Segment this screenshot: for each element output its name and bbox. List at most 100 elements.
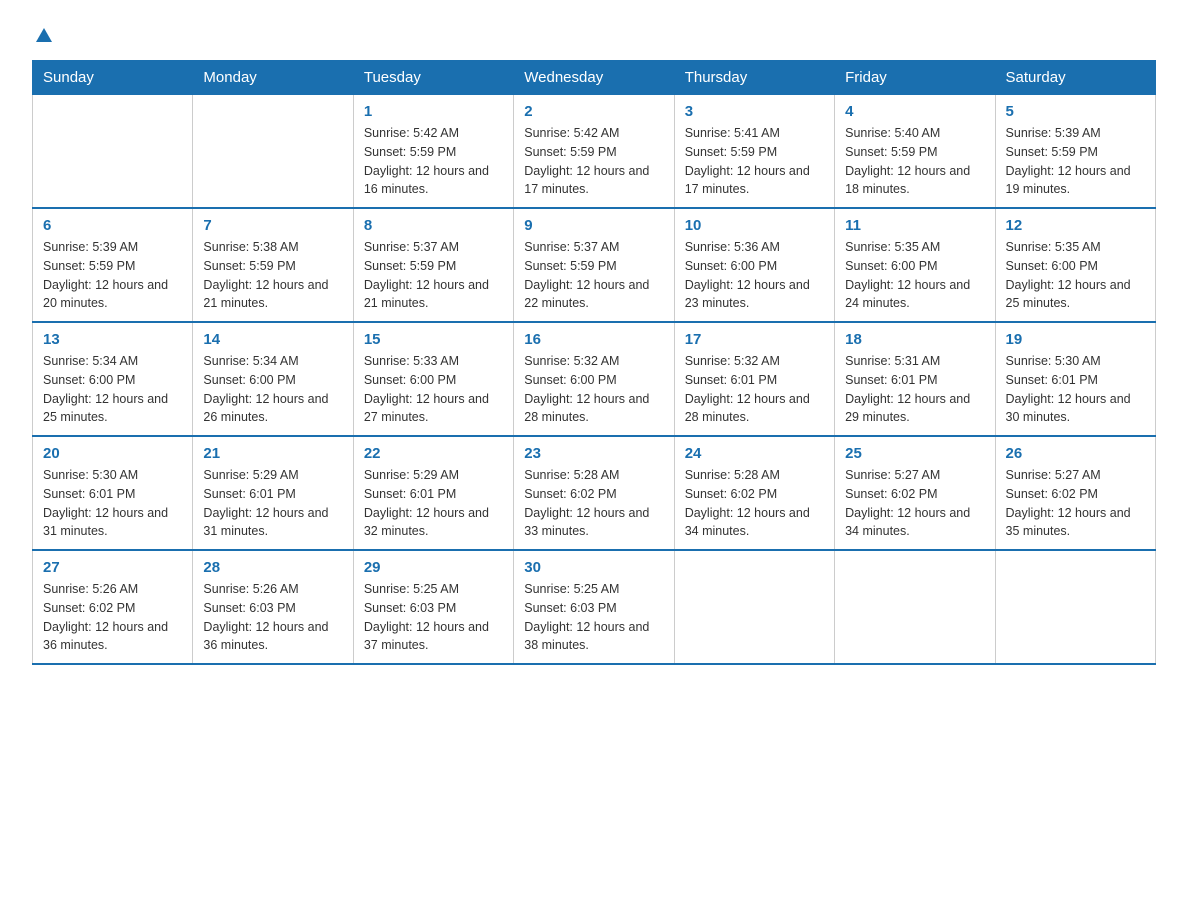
weekday-header-saturday: Saturday (995, 61, 1155, 95)
calendar-cell: 18 Sunrise: 5:31 AMSunset: 6:01 PMDayligh… (835, 322, 995, 436)
calendar-cell: 7 Sunrise: 5:38 AMSunset: 5:59 PMDaylight… (193, 208, 353, 322)
day-number: 18 (845, 331, 984, 348)
day-info: Sunrise: 5:26 AMSunset: 6:02 PMDaylight:… (43, 580, 182, 655)
day-number: 30 (524, 559, 663, 576)
calendar-cell: 2 Sunrise: 5:42 AMSunset: 5:59 PMDaylight… (514, 95, 674, 209)
day-info: Sunrise: 5:42 AMSunset: 5:59 PMDaylight:… (364, 124, 503, 199)
day-number: 28 (203, 559, 342, 576)
weekday-header-tuesday: Tuesday (353, 61, 513, 95)
day-info: Sunrise: 5:35 AMSunset: 6:00 PMDaylight:… (1006, 238, 1145, 313)
day-info: Sunrise: 5:40 AMSunset: 5:59 PMDaylight:… (845, 124, 984, 199)
day-info: Sunrise: 5:28 AMSunset: 6:02 PMDaylight:… (685, 466, 824, 541)
calendar-cell (835, 550, 995, 664)
day-number: 17 (685, 331, 824, 348)
day-info: Sunrise: 5:38 AMSunset: 5:59 PMDaylight:… (203, 238, 342, 313)
calendar-cell (674, 550, 834, 664)
calendar-cell (995, 550, 1155, 664)
day-number: 23 (524, 445, 663, 462)
day-number: 9 (524, 217, 663, 234)
calendar-cell: 27 Sunrise: 5:26 AMSunset: 6:02 PMDayligh… (33, 550, 193, 664)
weekday-header-friday: Friday (835, 61, 995, 95)
day-info: Sunrise: 5:30 AMSunset: 6:01 PMDaylight:… (1006, 352, 1145, 427)
calendar-cell: 26 Sunrise: 5:27 AMSunset: 6:02 PMDayligh… (995, 436, 1155, 550)
calendar-cell: 22Sunrise: 5:29 AMSunset: 6:01 PMDayligh… (353, 436, 513, 550)
day-info: Sunrise: 5:36 AMSunset: 6:00 PMDaylight:… (685, 238, 824, 313)
calendar-cell: 21Sunrise: 5:29 AMSunset: 6:01 PMDayligh… (193, 436, 353, 550)
calendar-cell: 5 Sunrise: 5:39 AMSunset: 5:59 PMDaylight… (995, 95, 1155, 209)
day-info: Sunrise: 5:33 AMSunset: 6:00 PMDaylight:… (364, 352, 503, 427)
week-row: 6 Sunrise: 5:39 AMSunset: 5:59 PMDaylight… (33, 208, 1156, 322)
day-number: 25 (845, 445, 984, 462)
day-info: Sunrise: 5:28 AMSunset: 6:02 PMDaylight:… (524, 466, 663, 541)
calendar-cell: 13Sunrise: 5:34 AMSunset: 6:00 PMDayligh… (33, 322, 193, 436)
week-row: 27 Sunrise: 5:26 AMSunset: 6:02 PMDayligh… (33, 550, 1156, 664)
weekday-row: SundayMondayTuesdayWednesdayThursdayFrid… (33, 61, 1156, 95)
week-row: 20 Sunrise: 5:30 AMSunset: 6:01 PMDayligh… (33, 436, 1156, 550)
calendar-cell: 1 Sunrise: 5:42 AMSunset: 5:59 PMDaylight… (353, 95, 513, 209)
weekday-header-thursday: Thursday (674, 61, 834, 95)
day-info: Sunrise: 5:25 AMSunset: 6:03 PMDaylight:… (364, 580, 503, 655)
calendar-cell: 11 Sunrise: 5:35 AMSunset: 6:00 PMDayligh… (835, 208, 995, 322)
weekday-header-sunday: Sunday (33, 61, 193, 95)
day-number: 26 (1006, 445, 1145, 462)
calendar-cell: 12 Sunrise: 5:35 AMSunset: 6:00 PMDayligh… (995, 208, 1155, 322)
day-info: Sunrise: 5:31 AMSunset: 6:01 PMDaylight:… (845, 352, 984, 427)
day-info: Sunrise: 5:42 AMSunset: 5:59 PMDaylight:… (524, 124, 663, 199)
weekday-header-monday: Monday (193, 61, 353, 95)
calendar-cell: 10 Sunrise: 5:36 AMSunset: 6:00 PMDayligh… (674, 208, 834, 322)
week-row: 1 Sunrise: 5:42 AMSunset: 5:59 PMDaylight… (33, 95, 1156, 209)
calendar-cell: 29Sunrise: 5:25 AMSunset: 6:03 PMDayligh… (353, 550, 513, 664)
day-info: Sunrise: 5:37 AMSunset: 5:59 PMDaylight:… (364, 238, 503, 313)
day-number: 20 (43, 445, 182, 462)
calendar-cell (33, 95, 193, 209)
day-number: 19 (1006, 331, 1145, 348)
day-info: Sunrise: 5:39 AMSunset: 5:59 PMDaylight:… (1006, 124, 1145, 199)
day-info: Sunrise: 5:41 AMSunset: 5:59 PMDaylight:… (685, 124, 824, 199)
day-number: 5 (1006, 103, 1145, 120)
weekday-header-wednesday: Wednesday (514, 61, 674, 95)
day-number: 2 (524, 103, 663, 120)
day-info: Sunrise: 5:25 AMSunset: 6:03 PMDaylight:… (524, 580, 663, 655)
calendar-cell: 25 Sunrise: 5:27 AMSunset: 6:02 PMDayligh… (835, 436, 995, 550)
day-info: Sunrise: 5:34 AMSunset: 6:00 PMDaylight:… (203, 352, 342, 427)
calendar-cell (193, 95, 353, 209)
page-header (32, 24, 1156, 42)
calendar-cell: 20 Sunrise: 5:30 AMSunset: 6:01 PMDayligh… (33, 436, 193, 550)
calendar-cell: 16Sunrise: 5:32 AMSunset: 6:00 PMDayligh… (514, 322, 674, 436)
day-number: 7 (203, 217, 342, 234)
day-number: 12 (1006, 217, 1145, 234)
day-number: 15 (364, 331, 503, 348)
day-info: Sunrise: 5:37 AMSunset: 5:59 PMDaylight:… (524, 238, 663, 313)
calendar-cell: 24 Sunrise: 5:28 AMSunset: 6:02 PMDayligh… (674, 436, 834, 550)
day-info: Sunrise: 5:30 AMSunset: 6:01 PMDaylight:… (43, 466, 182, 541)
calendar-cell: 8Sunrise: 5:37 AMSunset: 5:59 PMDaylight… (353, 208, 513, 322)
calendar-body: 1 Sunrise: 5:42 AMSunset: 5:59 PMDaylight… (33, 95, 1156, 665)
day-info: Sunrise: 5:32 AMSunset: 6:00 PMDaylight:… (524, 352, 663, 427)
day-number: 24 (685, 445, 824, 462)
calendar-cell: 6 Sunrise: 5:39 AMSunset: 5:59 PMDaylight… (33, 208, 193, 322)
day-number: 10 (685, 217, 824, 234)
calendar-cell: 15 Sunrise: 5:33 AMSunset: 6:00 PMDayligh… (353, 322, 513, 436)
day-number: 1 (364, 103, 503, 120)
calendar-cell: 4Sunrise: 5:40 AMSunset: 5:59 PMDaylight… (835, 95, 995, 209)
day-info: Sunrise: 5:29 AMSunset: 6:01 PMDaylight:… (203, 466, 342, 541)
calendar-cell: 9 Sunrise: 5:37 AMSunset: 5:59 PMDaylight… (514, 208, 674, 322)
day-info: Sunrise: 5:27 AMSunset: 6:02 PMDaylight:… (845, 466, 984, 541)
day-info: Sunrise: 5:35 AMSunset: 6:00 PMDaylight:… (845, 238, 984, 313)
day-info: Sunrise: 5:32 AMSunset: 6:01 PMDaylight:… (685, 352, 824, 427)
day-number: 6 (43, 217, 182, 234)
calendar-cell: 3Sunrise: 5:41 AMSunset: 5:59 PMDaylight… (674, 95, 834, 209)
calendar-cell: 14Sunrise: 5:34 AMSunset: 6:00 PMDayligh… (193, 322, 353, 436)
day-number: 11 (845, 217, 984, 234)
calendar-table: SundayMondayTuesdayWednesdayThursdayFrid… (32, 60, 1156, 665)
day-info: Sunrise: 5:27 AMSunset: 6:02 PMDaylight:… (1006, 466, 1145, 541)
calendar-header: SundayMondayTuesdayWednesdayThursdayFrid… (33, 61, 1156, 95)
day-info: Sunrise: 5:29 AMSunset: 6:01 PMDaylight:… (364, 466, 503, 541)
day-info: Sunrise: 5:39 AMSunset: 5:59 PMDaylight:… (43, 238, 182, 313)
day-number: 13 (43, 331, 182, 348)
calendar-cell: 17 Sunrise: 5:32 AMSunset: 6:01 PMDayligh… (674, 322, 834, 436)
calendar-cell: 28Sunrise: 5:26 AMSunset: 6:03 PMDayligh… (193, 550, 353, 664)
week-row: 13 Sunrise: 5:34 AMSunset: 6:00 PMDayligh… (33, 322, 1156, 436)
day-number: 27 (43, 559, 182, 576)
logo-triangle-icon (34, 26, 54, 46)
